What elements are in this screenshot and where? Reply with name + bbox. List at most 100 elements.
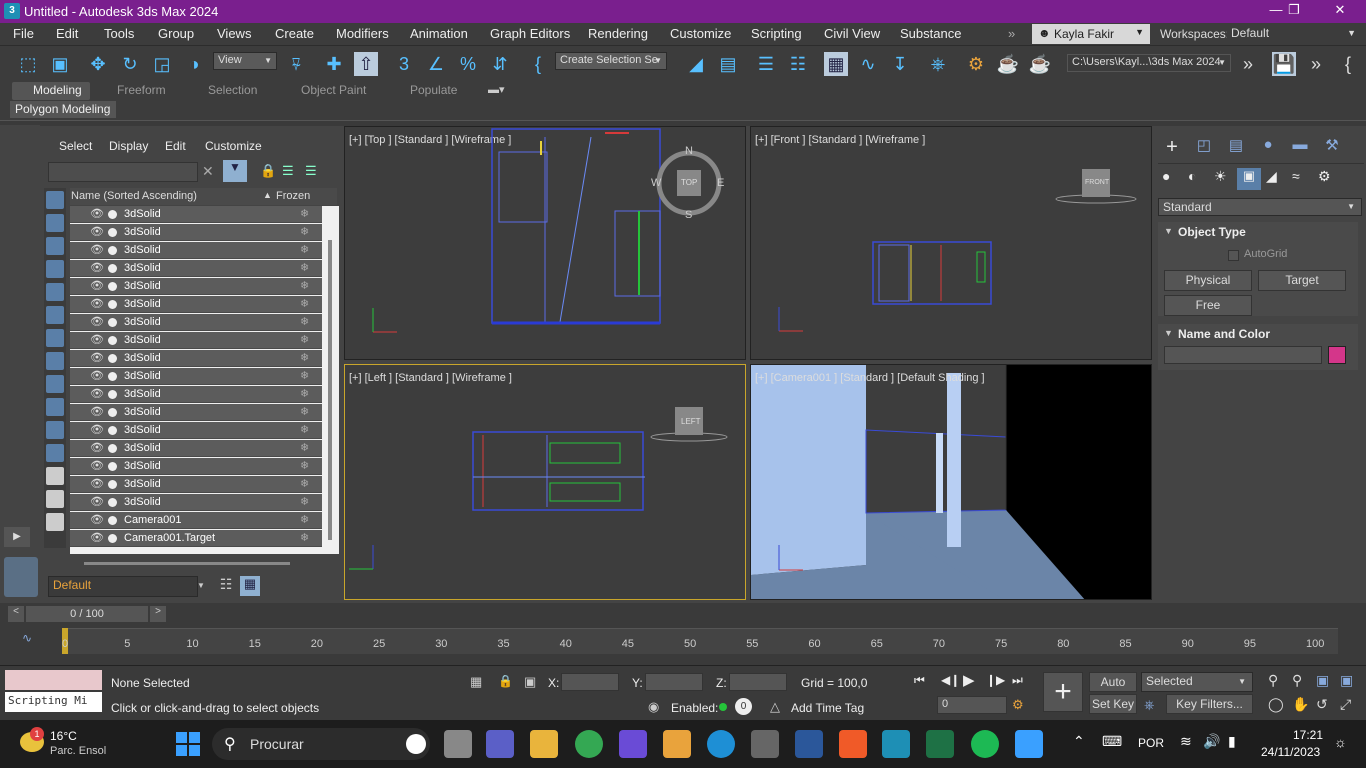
render-dot-icon[interactable] xyxy=(108,390,117,399)
menu-tools[interactable]: Tools xyxy=(104,26,134,41)
time-config-icon[interactable]: ⚙ xyxy=(1012,697,1024,713)
display-tab-icon[interactable]: ▬ xyxy=(1288,136,1312,158)
tab-freeform[interactable]: Freeform xyxy=(117,83,166,97)
prev-frame-icon[interactable]: < xyxy=(8,606,24,622)
frozen-icon[interactable]: ❄ xyxy=(300,477,309,490)
viewcube-top[interactable]: TOP xyxy=(681,178,697,187)
table-row[interactable]: 👁 3dSolid ❄ xyxy=(70,206,322,223)
render-dot-icon[interactable] xyxy=(108,444,117,453)
start-icon[interactable] xyxy=(176,732,200,756)
keyboard-icon[interactable]: ⌨ xyxy=(1102,733,1122,750)
frozen-icon[interactable]: ❄ xyxy=(300,351,309,364)
category-dropdown[interactable]: Standard ▼ xyxy=(1158,198,1362,216)
time-slider[interactable]: 0 / 100 xyxy=(26,606,148,622)
goto-end-icon[interactable]: ⏭ xyxy=(1012,673,1023,688)
frozen-icon[interactable]: ❄ xyxy=(300,369,309,382)
menu-views[interactable]: Views xyxy=(217,26,251,41)
frozen-icon[interactable]: ❄ xyxy=(300,243,309,256)
table-row[interactable]: 👁 3dSolid ❄ xyxy=(70,422,322,439)
user-account[interactable]: Kayla Fakir ▼ ☻ xyxy=(1032,24,1150,44)
zoom-extents-icon[interactable]: ▣ xyxy=(1316,672,1329,689)
create-tab-icon[interactable]: + xyxy=(1160,136,1184,158)
select-move-icon[interactable]: ✥ xyxy=(86,52,110,76)
volume-icon[interactable]: 🔊 xyxy=(1203,733,1220,750)
mirror-icon[interactable]: ◢ xyxy=(684,52,708,76)
render-dot-icon[interactable] xyxy=(108,300,117,309)
play-icon[interactable]: ▶ xyxy=(963,671,975,689)
visibility-eye-icon[interactable]: 👁 xyxy=(90,351,104,364)
frozen-icon[interactable]: ❄ xyxy=(300,279,309,292)
object-name-input[interactable] xyxy=(1164,346,1322,364)
task-view-icon[interactable] xyxy=(444,730,472,758)
set-key-big-icon[interactable]: + xyxy=(1043,672,1083,712)
menu-file[interactable]: File xyxy=(13,26,34,41)
table-row[interactable]: 👁 3dSolid ❄ xyxy=(70,404,322,421)
spinner-snap-icon[interactable]: ⇵ xyxy=(488,52,512,76)
curve-editor-mini-icon[interactable]: ∿ xyxy=(22,631,32,645)
menu-animation[interactable]: Animation xyxy=(410,26,468,41)
lights-icon[interactable]: ☀ xyxy=(1214,168,1234,188)
snaps-toggle-icon[interactable]: 3 xyxy=(392,52,416,76)
render-dot-icon[interactable] xyxy=(108,336,117,345)
select-object-icon[interactable]: ▣ xyxy=(48,52,72,76)
hidden-filter-icon[interactable] xyxy=(46,444,64,462)
toolbar-overflow-2-icon[interactable]: » xyxy=(1304,52,1328,76)
render-dot-icon[interactable] xyxy=(108,354,117,363)
modify-tab-icon[interactable]: ◰ xyxy=(1192,136,1216,158)
scene-tab-edit[interactable]: Edit xyxy=(165,139,186,153)
goto-start-icon[interactable]: ⏮ xyxy=(914,673,925,688)
frozen-icon[interactable]: ❄ xyxy=(300,459,309,472)
container-filter-icon[interactable] xyxy=(46,398,64,416)
zoom-all-icon[interactable]: ⚲ xyxy=(1292,672,1302,689)
bing-icon[interactable] xyxy=(406,734,426,754)
render-dot-icon[interactable] xyxy=(108,426,117,435)
chrome-icon[interactable] xyxy=(575,730,603,758)
app-icon[interactable] xyxy=(663,730,691,758)
pivot-center-icon[interactable]: ⍫ xyxy=(284,52,308,76)
viewcube-left[interactable]: LEFT xyxy=(681,417,701,426)
visibility-eye-icon[interactable]: 👁 xyxy=(90,513,104,526)
frozen-icon[interactable]: ❄ xyxy=(300,387,309,400)
keyboard-shortcut-icon[interactable]: ⇧ xyxy=(354,52,378,76)
viewport-camera[interactable]: [+] [Camera001 ] [Standard ] [Default Sh… xyxy=(750,364,1152,600)
store-icon[interactable] xyxy=(751,730,779,758)
frozen-icon[interactable]: ❄ xyxy=(300,513,309,526)
absolute-mode-icon[interactable]: ▣ xyxy=(524,674,536,690)
group-filter-icon[interactable] xyxy=(46,329,64,347)
frozen-icon[interactable]: ❄ xyxy=(300,423,309,436)
select-manipulate-icon[interactable]: ✚ xyxy=(322,52,346,76)
render-dot-icon[interactable] xyxy=(108,210,117,219)
brave-icon[interactable] xyxy=(839,730,867,758)
render-dot-icon[interactable] xyxy=(108,462,117,471)
free-camera-button[interactable]: Free xyxy=(1164,295,1252,316)
maxscript-input[interactable]: Scripting Mi xyxy=(5,692,102,712)
select-scale-icon[interactable]: ◲ xyxy=(150,52,174,76)
place-icon[interactable]: ◑ xyxy=(182,52,206,76)
reference-coordinate-dropdown[interactable]: View ▼ xyxy=(213,52,277,70)
dope-sheet-icon[interactable]: ↧ xyxy=(888,52,912,76)
cameras-icon[interactable]: ▣ xyxy=(1237,168,1261,190)
show-hidden-icons[interactable]: ⌃ xyxy=(1073,733,1085,750)
layer-hierarchy-icon[interactable]: ▦ xyxy=(240,576,260,596)
render-frame-icon[interactable]: ☕ xyxy=(996,52,1020,76)
language-indicator[interactable]: POR xyxy=(1138,736,1164,750)
orbit-icon[interactable]: ↺ xyxy=(1316,696,1328,713)
table-row[interactable]: 👁 Camera001.Target ❄ xyxy=(70,530,322,547)
menu-scripting[interactable]: Scripting xyxy=(751,26,802,41)
render-dot-icon[interactable] xyxy=(108,372,117,381)
viewport-left[interactable]: [+] [Left ] [Standard ] [Wireframe ] LEF… xyxy=(344,364,746,600)
isolate-icon[interactable]: ▦ xyxy=(470,674,482,690)
set-key-button[interactable]: Set Key xyxy=(1089,694,1137,714)
table-row[interactable]: 👁 3dSolid ❄ xyxy=(70,458,322,475)
table-row[interactable]: 👁 3dSolid ❄ xyxy=(70,278,322,295)
percent-snap-icon[interactable]: % xyxy=(456,52,480,76)
table-row[interactable]: 👁 3dSolid ❄ xyxy=(70,494,322,511)
maxscript-icon[interactable]: { xyxy=(1336,52,1360,76)
pan-view-icon[interactable]: ✋ xyxy=(1292,696,1309,713)
scene-scrollbar[interactable] xyxy=(328,240,332,540)
visibility-eye-icon[interactable]: 👁 xyxy=(90,333,104,346)
render-dot-icon[interactable] xyxy=(108,498,117,507)
autogrid-checkbox[interactable] xyxy=(1228,250,1239,261)
y-coordinate-input[interactable] xyxy=(645,673,703,691)
lock-icon[interactable]: 🔒 xyxy=(260,163,276,179)
